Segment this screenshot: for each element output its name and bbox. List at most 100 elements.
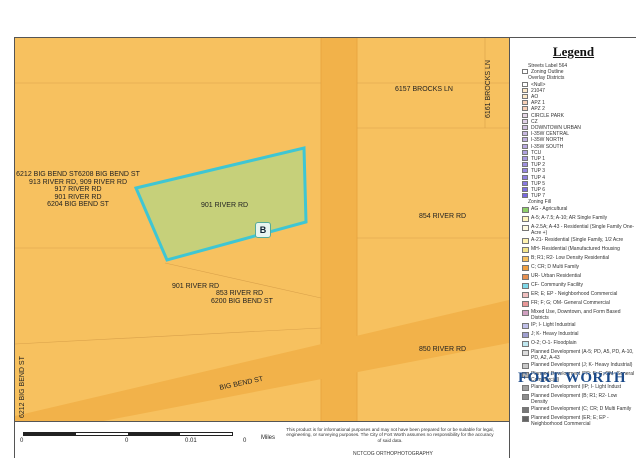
legend-label: TUP 5 xyxy=(531,180,546,187)
legend-label: Planned Development (C; CR; D Multi Fami… xyxy=(531,405,632,412)
swatch xyxy=(522,168,528,174)
legend-label: I-35W CENTRAL xyxy=(531,131,570,138)
swatch xyxy=(522,237,529,244)
legend-label: AO xyxy=(531,94,539,101)
legend-label: A-2.5A; A-43 - Residential (Single Famil… xyxy=(531,223,635,236)
legend-label: TUP 2 xyxy=(531,162,546,169)
legend-label: CZ xyxy=(531,118,538,125)
legend-item: B; R1; R2- Low Density Residential xyxy=(510,255,637,263)
legend-item: A-21- Residential (Single Family, 1/2 Ac… xyxy=(510,237,637,245)
overlay-list: <Null> 21047 AO APZ 1 APZ 2 CIRCLE PARK CZ DOWN… xyxy=(510,81,637,200)
swatch xyxy=(522,362,529,369)
label-parcel: 901 RIVER RD xyxy=(201,202,249,209)
legend-item: AG - Agricultural xyxy=(510,206,637,214)
legend-item: Mixed Use, Downtown, and Form Based Dist… xyxy=(510,309,637,321)
legend-zoning-outline: Zoning Outline xyxy=(510,69,637,75)
legend-item: Planned Development (C; CR; D Multi Fami… xyxy=(510,406,637,414)
legend-label: UR- Urban Residential xyxy=(531,272,582,279)
swatch xyxy=(522,215,529,222)
address-line: 913 RIVER RD, 909 RIVER RD xyxy=(28,178,128,186)
fort-worth-logo: FORT WORTH xyxy=(518,370,626,386)
legend-label: TUP 3 xyxy=(531,168,546,175)
legend-label: I-35W SOUTH xyxy=(531,143,564,150)
legend-label: TUP 4 xyxy=(531,174,546,181)
swatch xyxy=(522,340,529,347)
legend-label: Planned Development (B; R1; R2- Low Dens… xyxy=(531,392,618,405)
swatch xyxy=(522,349,529,356)
swatch xyxy=(522,174,528,180)
legend-label: CIRCLE PARK xyxy=(531,112,564,119)
legend-panel: Legend Streets Label 564 Zoning Outline … xyxy=(509,38,637,458)
swatch xyxy=(522,143,528,149)
swatch xyxy=(522,69,528,75)
title-bar xyxy=(14,0,636,38)
address-line: 901 RIVER RD xyxy=(54,193,102,201)
map-footer: 0 0 0.01 0 Miles This product is for inf… xyxy=(15,421,509,459)
legend-label: <Null> xyxy=(531,81,546,88)
legend-item: A-5; A-7.5; A-10; AR Single Family xyxy=(510,215,637,223)
zoning-map[interactable]: 6157 BROCKS LN 6161 BROCKS LN 854 RIVER … xyxy=(15,38,509,421)
legend-label: Zoning Outline xyxy=(531,69,564,76)
scale-tick: 0 xyxy=(20,438,24,444)
legend-title: Legend xyxy=(552,44,595,59)
scale-tick: 0.01 xyxy=(185,438,197,444)
legend-label: APZ 1 xyxy=(531,100,545,107)
swatch xyxy=(522,100,528,106)
address-line: 6212 BIG BEND ST6208 BIG BEND ST xyxy=(16,171,140,178)
legend-label: A-21- Residential (Single Family, 1/2 Ac… xyxy=(531,236,624,243)
label-853-river-rd: 853 RIVER RD xyxy=(216,290,264,297)
legend-label: IP; I- Light Industrial xyxy=(531,321,576,328)
scale-unit: Miles xyxy=(261,435,276,441)
disclaimer: This product is for informational purpos… xyxy=(286,427,494,443)
swatch xyxy=(522,255,529,262)
swatch xyxy=(522,193,528,199)
legend-label: Planned Development (A-5; PD, A5, PD, A-… xyxy=(531,348,634,361)
legend-label: TUP 7 xyxy=(531,193,546,200)
legend-label: 21047 xyxy=(531,87,545,94)
legend-item: CF- Community Facility xyxy=(510,282,637,290)
legend-label: DOWNTOWN URBAN xyxy=(531,125,581,132)
legend-item: Planned Development (ER; E; EP - Neighbo… xyxy=(510,415,637,427)
legend-item: O-2; O-1- Floodplain xyxy=(510,340,637,348)
swatch xyxy=(522,118,528,124)
label-901-river-rd-south: 901 RIVER RD xyxy=(172,283,220,290)
address-line: 917 RIVER RD xyxy=(54,186,102,194)
legend-item: ER; E; EP - Neighborhood Commercial xyxy=(510,291,637,299)
swatch xyxy=(522,149,528,155)
swatch xyxy=(522,406,529,413)
swatch xyxy=(522,393,529,400)
swatch xyxy=(522,131,528,137)
swatch xyxy=(522,137,528,143)
swatch xyxy=(522,309,529,316)
imagery-credit: NCTCOG ORTHOPHOTOGRAPHY xyxy=(353,451,433,457)
swatch xyxy=(522,112,528,118)
legend-item: MH- Residential (Manufactured Housing xyxy=(510,246,637,254)
legend-item: FR; F; G; OM- General Commercial xyxy=(510,300,637,308)
legend-label: J; K- Heavy Industrial xyxy=(531,330,579,337)
scale-tick: 0 xyxy=(125,438,129,444)
swatch xyxy=(522,300,529,307)
legend-item: Planned Development (B; R1; R2- Low Dens… xyxy=(510,393,637,405)
legend-label: ER; E; EP - Neighborhood Commercial xyxy=(531,290,618,297)
legend-label: TUP 1 xyxy=(531,156,546,163)
legend-label: Mixed Use, Downtown, and Form Based Dist… xyxy=(531,308,621,321)
swatch xyxy=(522,94,528,100)
legend-label: C; CR; D Multi Family xyxy=(531,263,580,270)
legend-item: A-2.5A; A-43 - Residential (Single Famil… xyxy=(510,224,637,236)
legend-label: AG - Agricultural xyxy=(531,205,568,212)
swatch xyxy=(522,291,529,298)
legend-label: CF- Community Facility xyxy=(531,281,583,288)
label-854-river-rd: 854 RIVER RD xyxy=(419,213,467,220)
legend-label: A-5; A-7.5; A-10; AR Single Family xyxy=(531,214,608,221)
swatch xyxy=(522,273,529,280)
scale-segment xyxy=(24,433,76,435)
label-6200-big-bend: 6200 BIG BEND ST xyxy=(211,298,273,305)
swatch xyxy=(522,156,528,162)
legend-item: UR- Urban Residential xyxy=(510,273,637,281)
swatch xyxy=(522,180,528,186)
legend-item: IP; I- Light Industrial xyxy=(510,322,637,330)
parcel-marker[interactable]: B xyxy=(255,222,271,238)
zoning-fill-list: AG - Agricultural A-5; A-7.5; A-10; AR Si… xyxy=(510,206,637,427)
legend-label: I-35W NORTH xyxy=(531,137,564,144)
legend-item: C; CR; D Multi Family xyxy=(510,264,637,272)
